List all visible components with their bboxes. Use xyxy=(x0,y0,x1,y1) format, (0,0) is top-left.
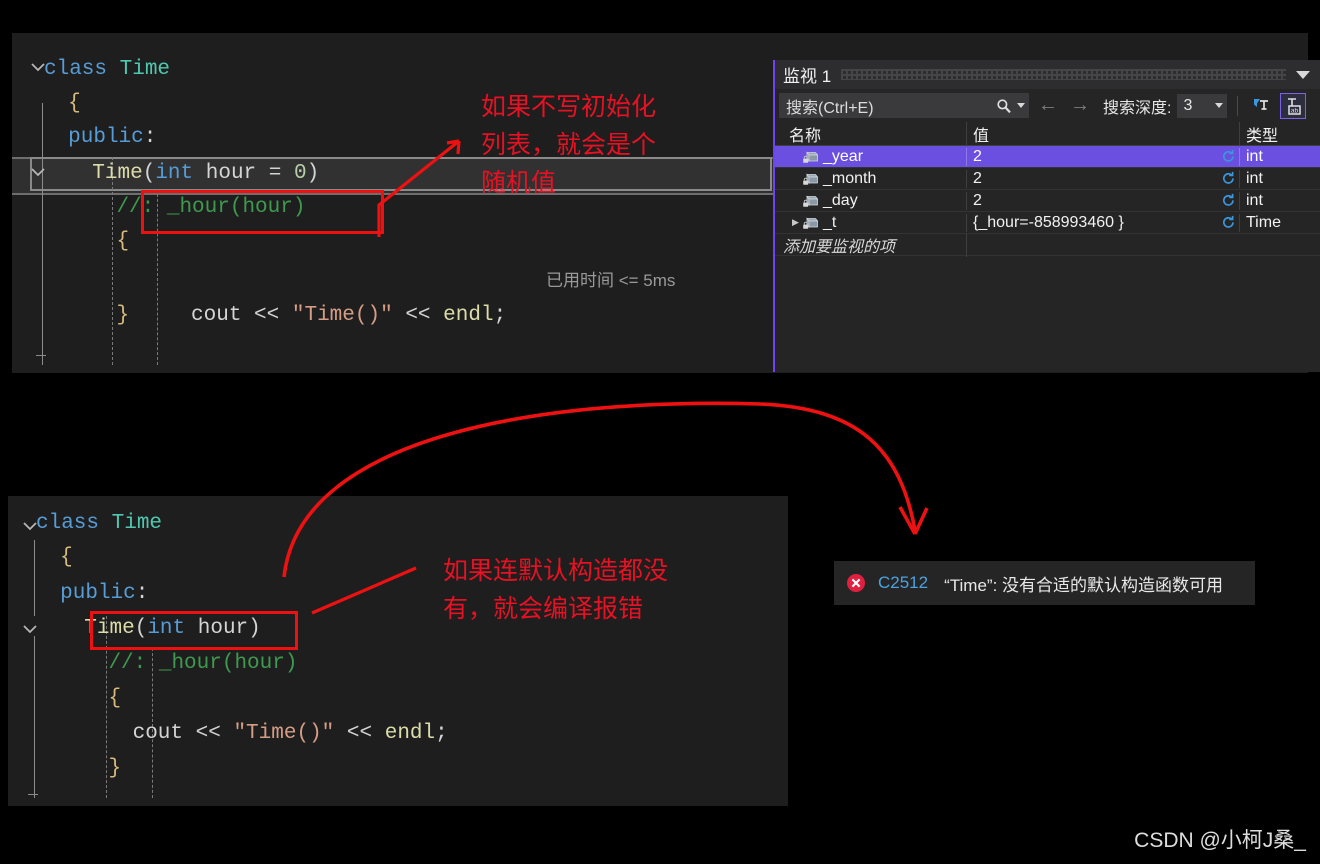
code-line: { xyxy=(60,546,73,569)
highlight-rect-init-list xyxy=(141,190,384,234)
expand-chevron-right-icon[interactable]: ▶ xyxy=(789,217,802,228)
refresh-icon[interactable] xyxy=(1221,193,1236,208)
watch-header-row: 名称 值 类型 xyxy=(775,121,1320,146)
watch-row[interactable]: _day 2 int xyxy=(775,190,1320,212)
search-depth-label: 搜索深度: xyxy=(1103,99,1172,117)
annotation-note-bottom: 如果连默认构造都没 有，就会编译报错 xyxy=(443,557,669,623)
private-field-icon xyxy=(802,193,819,208)
search-depth-value: 3 xyxy=(1183,96,1193,114)
watch-row-type-cell: Time xyxy=(1246,213,1281,231)
watch-titlebar[interactable]: 监视 1 xyxy=(775,60,1320,89)
watch-row-value-cell[interactable]: 2 xyxy=(967,191,1240,210)
watch-title: 监视 1 xyxy=(783,67,832,86)
pin-filter-icon[interactable] xyxy=(1248,93,1274,119)
watch-row-type-cell: int xyxy=(1246,191,1263,209)
watch-variable-name: _day xyxy=(823,191,858,209)
watch-variable-value: 2 xyxy=(973,191,982,209)
watch-row-name-cell: ▶ _t xyxy=(775,213,967,232)
private-field-icon xyxy=(802,215,819,230)
column-header-type: 类型 xyxy=(1246,127,1279,145)
column-header-name: 名称 xyxy=(775,121,967,146)
code-line: cout << "Time()" << endl; xyxy=(132,722,448,745)
search-input[interactable]: 搜索(Ctrl+E) xyxy=(779,93,1029,118)
code-line: Time(int hour = 0) xyxy=(92,162,320,185)
toolbar-divider xyxy=(1237,95,1239,116)
watch-window[interactable]: 监视 1 搜索(Ctrl+E) ← → 搜索深度: 3 ab 名称 值 类型 _… xyxy=(773,60,1320,372)
indent-guide-foot xyxy=(36,355,46,356)
search-depth-select[interactable]: 3 xyxy=(1177,93,1228,118)
elapsed-time-hint: 已用时间 <= 5ms xyxy=(546,271,676,290)
chevron-down-icon xyxy=(1215,103,1224,108)
watch-variable-name: _t xyxy=(823,213,837,231)
code-line: { xyxy=(108,687,122,710)
column-header-value: 值 xyxy=(967,121,1240,146)
watch-variable-value: {_hour=-858993460 } xyxy=(973,213,1124,231)
search-placeholder: 搜索(Ctrl+E) xyxy=(786,99,874,117)
error-list-item[interactable]: C2512 “Time”: 没有合适的默认构造函数可用 xyxy=(834,561,1255,605)
watch-row-name-cell: _day xyxy=(775,191,967,210)
watermark: CSDN @小柯J桑_ xyxy=(1134,829,1306,852)
refresh-icon[interactable] xyxy=(1221,215,1236,230)
search-icon xyxy=(996,98,1012,114)
screenshot-root: class Time { public: Time(int hour = 0) … xyxy=(0,0,1320,864)
error-message: “Time”: 没有合适的默认构造函数可用 xyxy=(944,575,1224,595)
show-raw-values-icon[interactable]: ab xyxy=(1280,92,1307,119)
add-watch-row[interactable]: 添加要监视的项 xyxy=(775,232,1320,257)
search-next-icon[interactable]: → xyxy=(1067,94,1093,117)
watch-row-value-cell[interactable]: {_hour=-858993460 } xyxy=(967,213,1240,232)
window-menu-chevron-down-icon[interactable] xyxy=(1296,70,1310,79)
error-code: C2512 xyxy=(878,573,929,592)
add-watch-placeholder: 添加要监视的项 xyxy=(775,232,967,257)
code-line: public: xyxy=(60,582,149,605)
error-icon xyxy=(846,573,866,593)
code-line: //: _hour(hour) xyxy=(108,652,298,675)
watch-row[interactable]: ▶ _t {_hour=-858993460 } Time xyxy=(775,212,1320,234)
code-line: class Time xyxy=(36,512,163,535)
search-options-chevron-down-icon[interactable] xyxy=(1017,103,1025,108)
search-prev-icon[interactable]: ← xyxy=(1035,94,1061,117)
indent-guide-foot xyxy=(28,794,38,795)
watch-toolbar[interactable]: 搜索(Ctrl+E) ← → 搜索深度: 3 ab xyxy=(775,89,1320,122)
svg-text:ab: ab xyxy=(1291,107,1299,114)
code-editor-bottom[interactable]: class Time { public: Time(int hour) //: … xyxy=(8,496,788,806)
window-drag-grip[interactable] xyxy=(841,69,1286,80)
code-line: } xyxy=(108,757,122,780)
highlight-rect-ctor-signature xyxy=(90,611,298,650)
